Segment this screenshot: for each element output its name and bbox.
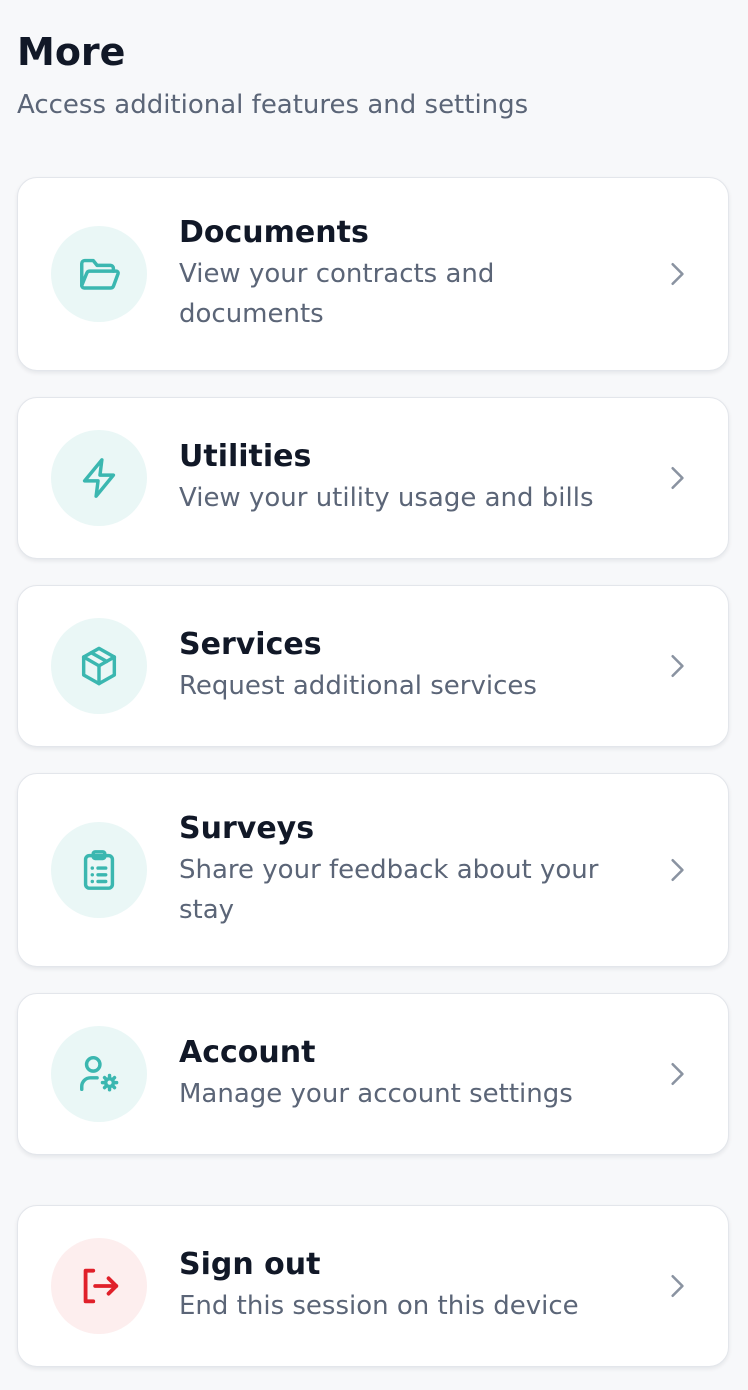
account-icon-circle: [51, 1026, 147, 1122]
page-subtitle: Access additional features and settings: [17, 90, 529, 120]
documents-title: Documents: [179, 215, 369, 250]
services-text: Services Request additional services: [179, 626, 608, 706]
services-description: Request additional services: [179, 671, 537, 701]
user-settings-icon: [80, 1055, 119, 1092]
services-title: Services: [179, 627, 322, 662]
sign-out-card[interactable]: Sign out End this session on this device: [17, 1205, 729, 1367]
chevron-right-icon: [664, 261, 690, 287]
lightning-icon: [82, 458, 116, 498]
account-title: Account: [179, 1035, 316, 1070]
sign-out-description: End this session on this device: [179, 1291, 579, 1321]
services-icon-circle: [51, 618, 147, 714]
chevron-right-icon: [664, 653, 690, 679]
account-card[interactable]: Account Manage your account settings: [17, 993, 729, 1155]
sign-out-text: Sign out End this session on this device: [179, 1246, 608, 1326]
services-card[interactable]: Services Request additional services: [17, 585, 729, 747]
clipboard-list-icon: [83, 850, 115, 890]
chevron-right-icon: [664, 465, 690, 491]
surveys-description: Share your feedback about your stay: [179, 855, 599, 925]
documents-text: Documents View your contracts and docume…: [179, 214, 608, 334]
surveys-card[interactable]: Surveys Share your feedback about your s…: [17, 773, 729, 967]
account-text: Account Manage your account settings: [179, 1034, 608, 1114]
documents-description: View your contracts and documents: [179, 259, 495, 329]
package-icon: [81, 646, 117, 686]
chevron-right-icon: [664, 857, 690, 883]
account-description: Manage your account settings: [179, 1079, 573, 1109]
documents-icon-circle: [51, 226, 147, 322]
surveys-title: Surveys: [179, 811, 315, 846]
page-header: More Access additional features and sett…: [17, 28, 731, 122]
utilities-icon-circle: [51, 430, 147, 526]
surveys-text: Surveys Share your feedback about your s…: [179, 810, 608, 930]
surveys-icon-circle: [51, 822, 147, 918]
page-title: More: [17, 30, 126, 74]
chevron-right-icon: [664, 1273, 690, 1299]
sign-out-title: Sign out: [179, 1247, 321, 1282]
utilities-card[interactable]: Utilities View your utility usage and bi…: [17, 397, 729, 559]
utilities-title: Utilities: [179, 439, 312, 474]
documents-card[interactable]: Documents View your contracts and docume…: [17, 177, 729, 371]
chevron-right-icon: [664, 1061, 690, 1087]
sign-out-icon-circle: [51, 1238, 147, 1334]
utilities-description: View your utility usage and bills: [179, 483, 594, 513]
folder-icon: [80, 258, 120, 290]
sign-out-icon: [83, 1268, 119, 1304]
utilities-text: Utilities View your utility usage and bi…: [179, 438, 608, 518]
